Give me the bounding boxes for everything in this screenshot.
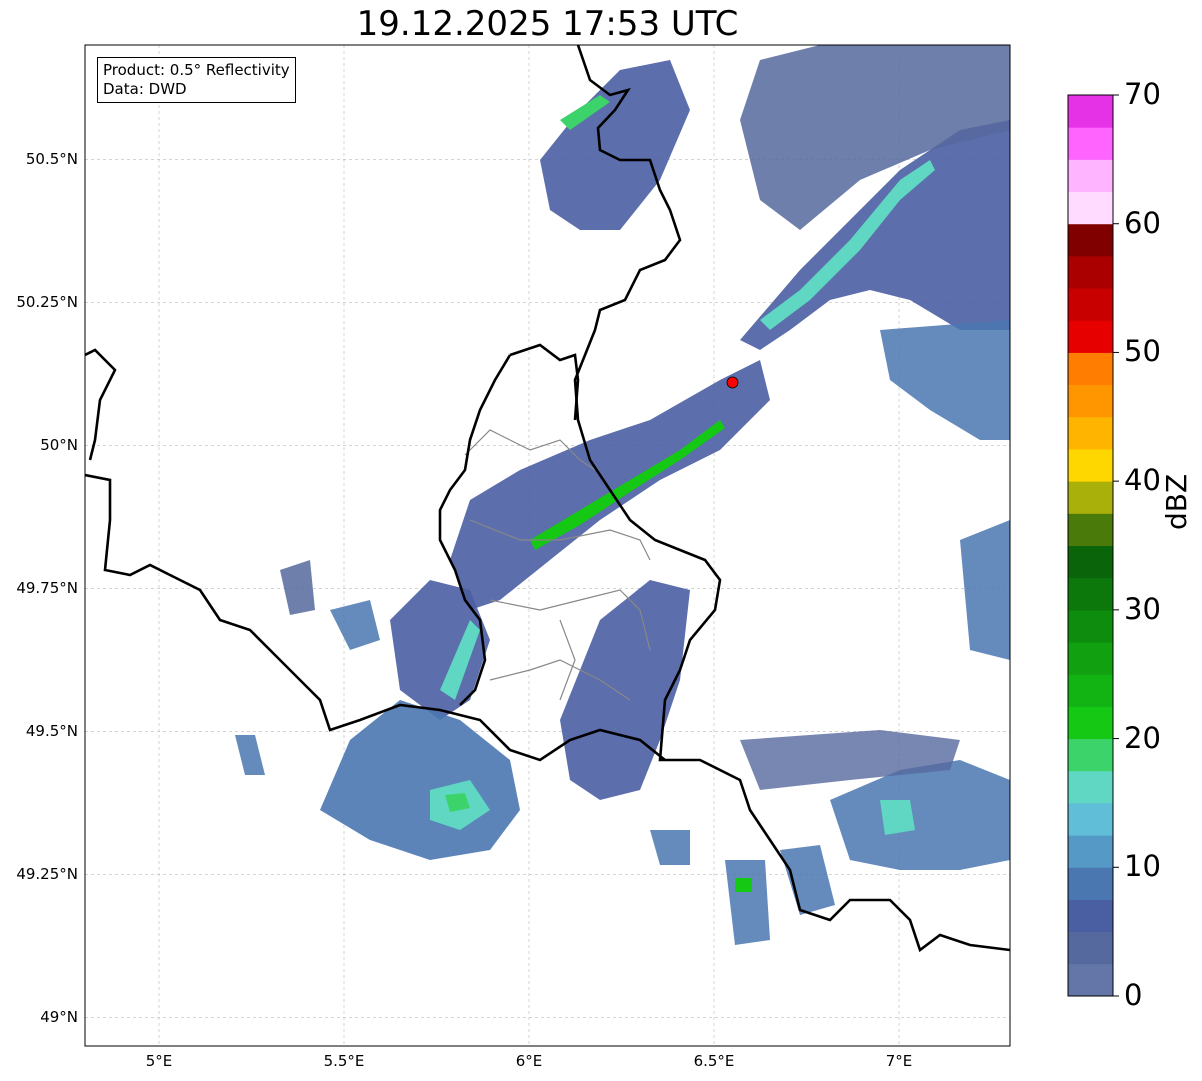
- info-box: Product: 0.5° Reflectivity Data: DWD: [97, 57, 296, 103]
- y-tick-label: 49.25°N: [16, 865, 78, 884]
- x-tick-label: 5°E: [145, 1052, 173, 1070]
- colorbar-label: dBZ: [1160, 473, 1193, 530]
- colorbar-tick-label: 50: [1124, 334, 1161, 369]
- colorbar-segment: [1068, 642, 1113, 675]
- echo-cell-small-b: [650, 830, 690, 865]
- y-tick-label: 49.5°N: [25, 722, 78, 741]
- echo-core-se: [880, 800, 915, 835]
- echo-cell-small-c: [960, 520, 1010, 660]
- colorbar-segment: [1068, 481, 1113, 514]
- colorbar-tick-label: 0: [1124, 978, 1143, 1012]
- echo-cell-small-a: [235, 735, 265, 775]
- colorbar-segment: [1068, 738, 1113, 772]
- y-tick-label: 49.75°N: [16, 579, 78, 598]
- colorbar-segment: [1068, 706, 1113, 740]
- echo-cell-south-2: [780, 845, 835, 915]
- colorbar-segment: [1068, 770, 1113, 804]
- country-border-3: [85, 348, 117, 461]
- colorbar-tick-label: 20: [1124, 720, 1161, 755]
- colorbar-segment: [1068, 867, 1113, 900]
- colorbar-tick-label: 40: [1124, 463, 1161, 498]
- colorbar-segment: [1068, 513, 1113, 546]
- reflectivity-echoes: [235, 45, 1010, 945]
- radar-map: [84, 44, 1119, 1047]
- colorbar-segment: [1068, 288, 1113, 321]
- x-tick-label: 7°E: [885, 1052, 913, 1070]
- colorbar-segment: [1068, 899, 1113, 933]
- colorbar-tick-label: 30: [1124, 591, 1161, 626]
- radar-site-marker: [726, 376, 739, 389]
- colorbar-segment: [1068, 545, 1113, 579]
- colorbar-segment: [1068, 963, 1113, 997]
- colorbar-segment: [1068, 674, 1113, 707]
- colorbar-segment: [1068, 352, 1113, 386]
- data-source-label: Data: DWD: [103, 80, 187, 98]
- colorbar-segment: [1068, 320, 1113, 353]
- colorbar-segment: [1068, 191, 1113, 225]
- colorbar-tick-label: 10: [1124, 849, 1161, 884]
- colorbar-tick-label: 70: [1124, 77, 1161, 111]
- colorbar-segment: [1068, 577, 1113, 611]
- colorbar-segment: [1068, 384, 1113, 418]
- colorbar-segment: [1068, 931, 1113, 965]
- colorbar-segment: [1068, 802, 1113, 836]
- colorbar-segment: [1068, 159, 1113, 193]
- colorbar-segment: [1068, 416, 1113, 450]
- y-tick-label: 50.5°N: [25, 150, 78, 169]
- colorbar: [1068, 94, 1119, 997]
- x-tick-label: 6.5°E: [693, 1052, 735, 1070]
- y-tick-label: 49°N: [40, 1008, 78, 1027]
- echo-core-se-green: [735, 878, 752, 892]
- x-tick-label: 6°E: [515, 1052, 543, 1070]
- echo-cell-west: [330, 600, 380, 650]
- colorbar-tick-label: 60: [1124, 205, 1161, 240]
- colorbar-segment: [1068, 127, 1113, 160]
- echo-cell-south-1: [725, 860, 770, 945]
- echo-band-central: [450, 360, 770, 610]
- y-tick-label: 50°N: [40, 436, 78, 455]
- y-tick-label: 50.25°N: [16, 293, 78, 312]
- product-label: Product: 0.5° Reflectivity: [103, 61, 290, 79]
- echo-band-east-mid: [880, 320, 1010, 440]
- colorbar-segment: [1068, 835, 1113, 868]
- colorbar-segment: [1068, 448, 1113, 482]
- echo-cell-west-2: [280, 560, 315, 615]
- colorbar-segment: [1068, 223, 1113, 257]
- colorbar-segment: [1068, 255, 1113, 289]
- colorbar-segment: [1068, 609, 1113, 643]
- x-tick-label: 5.5°E: [323, 1052, 365, 1070]
- colorbar-segment: [1068, 95, 1113, 128]
